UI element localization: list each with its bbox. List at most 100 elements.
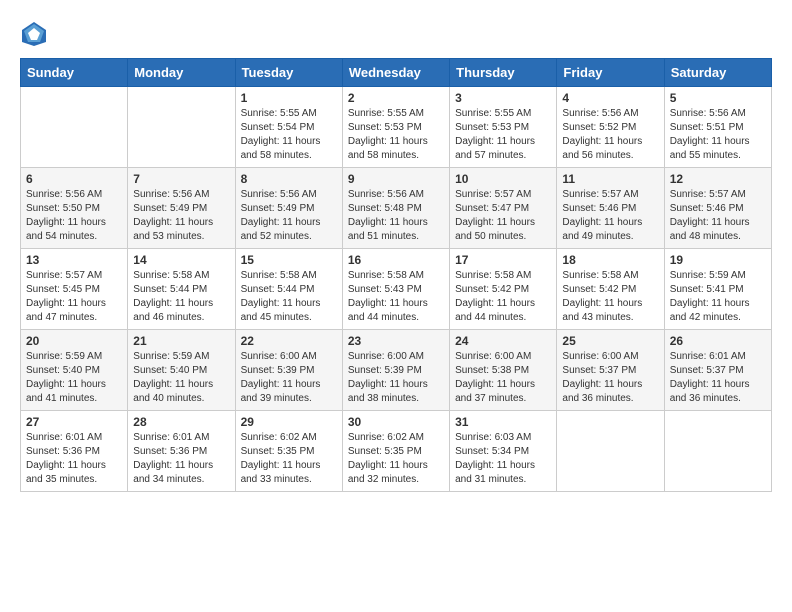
day-number: 6 [26,172,122,186]
calendar-cell: 17Sunrise: 5:58 AMSunset: 5:42 PMDayligh… [450,249,557,330]
column-header-wednesday: Wednesday [342,59,449,87]
calendar-cell: 16 Sunrise: 5:58 AMSunset: 5:43 PMDayligh… [342,249,449,330]
day-info: Sunrise: 5:59 AMSunset: 5:40 PMDaylight:… [133,350,229,406]
calendar-cell: 5Sunrise: 5:56 AMSunset: 5:51 PMDaylight… [664,87,771,168]
calendar-cell: 31 Sunrise: 6:03 AMSunset: 5:34 PMDayligh… [450,411,557,492]
day-info: Sunrise: 6:00 AMSunset: 5:39 PMDaylight:… [348,350,444,406]
calendar-table: SundayMondayTuesdayWednesdayThursdayFrid… [20,58,772,492]
calendar-week-row: 20Sunrise: 5:59 AMSunset: 5:40 PMDayligh… [21,330,772,411]
day-info: Sunrise: 6:02 AMSunset: 5:35 PMDaylight:… [241,431,337,487]
calendar-cell: 9 Sunrise: 5:56 AMSunset: 5:48 PMDaylight… [342,168,449,249]
day-info: Sunrise: 5:58 AMSunset: 5:42 PMDaylight:… [562,269,658,325]
day-number: 28 [133,415,229,429]
calendar-cell: 19 Sunrise: 5:59 AMSunset: 5:41 PMDayligh… [664,249,771,330]
day-number: 16 [348,253,444,267]
calendar-cell: 26 Sunrise: 6:01 AMSunset: 5:37 PMDayligh… [664,330,771,411]
day-number: 22 [241,334,337,348]
day-number: 29 [241,415,337,429]
day-number: 12 [670,172,766,186]
calendar-cell: 29 Sunrise: 6:02 AMSunset: 5:35 PMDayligh… [235,411,342,492]
day-number: 27 [26,415,122,429]
calendar-cell: 8 Sunrise: 5:56 AMSunset: 5:49 PMDaylight… [235,168,342,249]
column-header-monday: Monday [128,59,235,87]
column-header-saturday: Saturday [664,59,771,87]
day-info: Sunrise: 6:01 AMSunset: 5:37 PMDaylight:… [670,350,766,406]
day-info: Sunrise: 5:57 AMSunset: 5:46 PMDaylight:… [562,188,658,244]
day-info: Sunrise: 5:56 AMSunset: 5:50 PMDaylight:… [26,188,122,244]
day-info: Sunrise: 6:00 AMSunset: 5:37 PMDaylight:… [562,350,658,406]
calendar-week-row: 1 Sunrise: 5:55 AMSunset: 5:54 PMDaylight… [21,87,772,168]
day-info: Sunrise: 5:56 AMSunset: 5:48 PMDaylight:… [348,188,444,244]
calendar-cell [21,87,128,168]
column-header-friday: Friday [557,59,664,87]
column-header-thursday: Thursday [450,59,557,87]
column-header-sunday: Sunday [21,59,128,87]
day-number: 4 [562,91,658,105]
logo-icon [20,20,48,48]
calendar-cell: 20Sunrise: 5:59 AMSunset: 5:40 PMDayligh… [21,330,128,411]
day-info: Sunrise: 5:56 AMSunset: 5:49 PMDaylight:… [241,188,337,244]
day-info: Sunrise: 5:56 AMSunset: 5:52 PMDaylight:… [562,107,658,163]
day-number: 13 [26,253,122,267]
day-number: 7 [133,172,229,186]
calendar-cell: 22 Sunrise: 6:00 AMSunset: 5:39 PMDayligh… [235,330,342,411]
calendar-cell: 6 Sunrise: 5:56 AMSunset: 5:50 PMDaylight… [21,168,128,249]
calendar-cell [128,87,235,168]
day-number: 19 [670,253,766,267]
calendar-cell: 7 Sunrise: 5:56 AMSunset: 5:49 PMDaylight… [128,168,235,249]
calendar-week-row: 6 Sunrise: 5:56 AMSunset: 5:50 PMDaylight… [21,168,772,249]
day-info: Sunrise: 6:00 AMSunset: 5:39 PMDaylight:… [241,350,337,406]
calendar-header-row: SundayMondayTuesdayWednesdayThursdayFrid… [21,59,772,87]
calendar-cell: 12 Sunrise: 5:57 AMSunset: 5:46 PMDayligh… [664,168,771,249]
day-number: 23 [348,334,444,348]
day-number: 8 [241,172,337,186]
day-number: 31 [455,415,551,429]
day-number: 24 [455,334,551,348]
day-info: Sunrise: 6:03 AMSunset: 5:34 PMDaylight:… [455,431,551,487]
day-info: Sunrise: 5:55 AMSunset: 5:53 PMDaylight:… [348,107,444,163]
day-info: Sunrise: 5:56 AMSunset: 5:49 PMDaylight:… [133,188,229,244]
logo [20,20,52,48]
day-number: 10 [455,172,551,186]
day-info: Sunrise: 5:58 AMSunset: 5:42 PMDaylight:… [455,269,551,325]
day-info: Sunrise: 6:00 AMSunset: 5:38 PMDaylight:… [455,350,551,406]
day-info: Sunrise: 5:55 AMSunset: 5:54 PMDaylight:… [241,107,337,163]
day-info: Sunrise: 6:01 AMSunset: 5:36 PMDaylight:… [133,431,229,487]
day-number: 3 [455,91,551,105]
day-number: 14 [133,253,229,267]
calendar-cell: 18 Sunrise: 5:58 AMSunset: 5:42 PMDayligh… [557,249,664,330]
day-info: Sunrise: 5:57 AMSunset: 5:47 PMDaylight:… [455,188,551,244]
day-info: Sunrise: 5:56 AMSunset: 5:51 PMDaylight:… [670,107,766,163]
calendar-cell: 27 Sunrise: 6:01 AMSunset: 5:36 PMDayligh… [21,411,128,492]
day-info: Sunrise: 5:57 AMSunset: 5:45 PMDaylight:… [26,269,122,325]
day-info: Sunrise: 6:02 AMSunset: 5:35 PMDaylight:… [348,431,444,487]
day-number: 26 [670,334,766,348]
calendar-cell: 30 Sunrise: 6:02 AMSunset: 5:35 PMDayligh… [342,411,449,492]
day-info: Sunrise: 5:58 AMSunset: 5:43 PMDaylight:… [348,269,444,325]
day-info: Sunrise: 5:58 AMSunset: 5:44 PMDaylight:… [241,269,337,325]
column-header-tuesday: Tuesday [235,59,342,87]
day-info: Sunrise: 5:55 AMSunset: 5:53 PMDaylight:… [455,107,551,163]
day-info: Sunrise: 5:58 AMSunset: 5:44 PMDaylight:… [133,269,229,325]
day-number: 9 [348,172,444,186]
day-number: 25 [562,334,658,348]
day-number: 18 [562,253,658,267]
calendar-cell: 11 Sunrise: 5:57 AMSunset: 5:46 PMDayligh… [557,168,664,249]
day-info: Sunrise: 6:01 AMSunset: 5:36 PMDaylight:… [26,431,122,487]
day-number: 1 [241,91,337,105]
page-header [20,20,772,48]
calendar-cell: 13 Sunrise: 5:57 AMSunset: 5:45 PMDayligh… [21,249,128,330]
calendar-cell: 28 Sunrise: 6:01 AMSunset: 5:36 PMDayligh… [128,411,235,492]
day-info: Sunrise: 5:57 AMSunset: 5:46 PMDaylight:… [670,188,766,244]
day-number: 21 [133,334,229,348]
day-info: Sunrise: 5:59 AMSunset: 5:41 PMDaylight:… [670,269,766,325]
calendar-cell: 3 Sunrise: 5:55 AMSunset: 5:53 PMDaylight… [450,87,557,168]
day-number: 2 [348,91,444,105]
calendar-cell: 21 Sunrise: 5:59 AMSunset: 5:40 PMDayligh… [128,330,235,411]
day-number: 30 [348,415,444,429]
calendar-cell [557,411,664,492]
calendar-cell: 14 Sunrise: 5:58 AMSunset: 5:44 PMDayligh… [128,249,235,330]
day-number: 11 [562,172,658,186]
calendar-cell: 1 Sunrise: 5:55 AMSunset: 5:54 PMDaylight… [235,87,342,168]
day-number: 15 [241,253,337,267]
